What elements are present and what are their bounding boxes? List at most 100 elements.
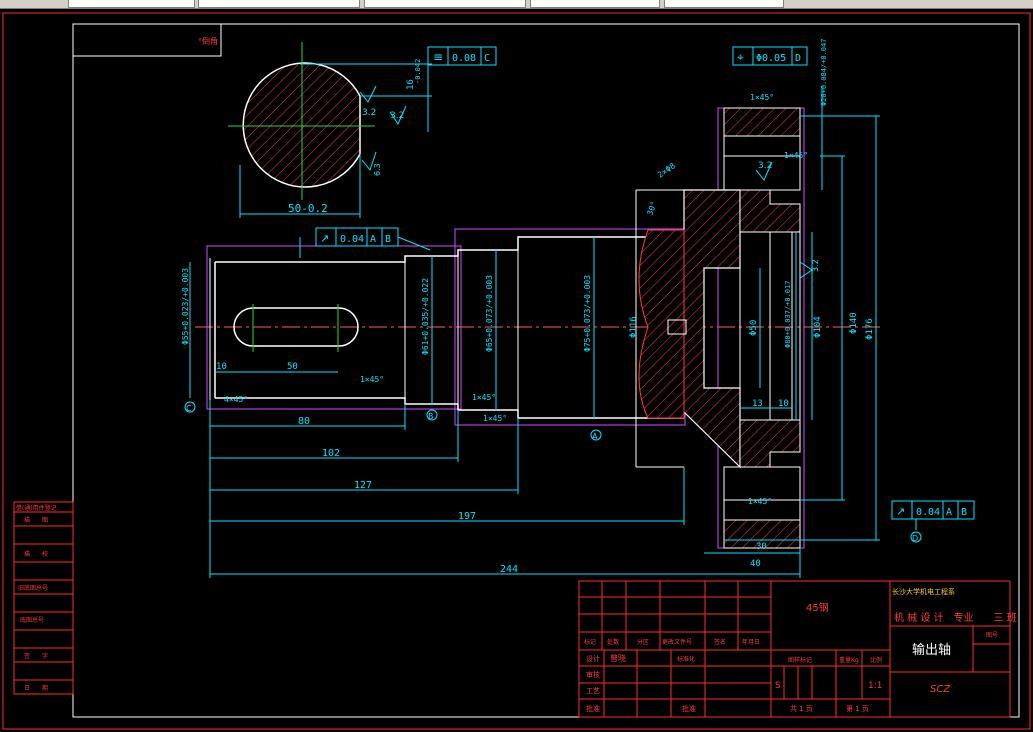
drawing-number: SCZ — [930, 684, 951, 695]
angle-label: 30° — [645, 200, 658, 217]
runout-icon: ↗ — [896, 505, 905, 518]
material: 45钢 — [806, 601, 829, 614]
section-depth-tol: -0.042 — [414, 59, 422, 84]
code-label: 图号 — [986, 632, 998, 639]
roughness-label: 3.2 — [390, 111, 404, 121]
toolbar-combo[interactable] — [364, 0, 526, 8]
weight-label: 重量Kg — [839, 656, 859, 664]
dim-len-40: 40 — [750, 559, 761, 569]
roughness-label: 3.2 — [362, 108, 376, 118]
school-name: 长沙大学机电工程系 — [892, 587, 955, 596]
scale-label: 比例 — [870, 656, 882, 664]
datum-d: D — [912, 534, 918, 543]
dim-d116: Φ116 — [629, 316, 639, 338]
dim-d65: Φ65+0.073/+0.003 — [485, 275, 494, 352]
runout-datum: A — [370, 234, 376, 245]
runout-tolerance-frame-top: ↗ 0.04 A B — [299, 227, 431, 258]
dim-len-197: 197 — [458, 511, 476, 522]
symmetry-value: 0.08 — [452, 53, 476, 64]
datum-c: C — [186, 404, 192, 413]
title-header-cell: 标记 — [584, 638, 596, 646]
chamfer-label: 1×45° — [784, 151, 808, 160]
runout-value: 0.04 — [916, 507, 940, 518]
dim-key-offset: 10 — [216, 362, 227, 372]
datum-symbols: C B A D — [184, 401, 922, 543]
corner-tag: °倒角 — [198, 36, 218, 46]
left-table-cell: 签 字 — [24, 652, 48, 660]
groove-label: 2×Φ8 — [656, 161, 677, 180]
toolbar-combo[interactable] — [198, 0, 360, 8]
position-value: Φ0.05 — [756, 53, 786, 64]
left-table-cell: 日 期 — [24, 684, 48, 692]
chamfer-label: 1×45° — [750, 93, 774, 102]
chamfer-label: 4×45° — [224, 395, 248, 404]
toolbar-combo[interactable] — [664, 0, 784, 8]
check-label: 审核 — [586, 670, 600, 679]
left-table-cell: 旧底图总号 — [18, 584, 48, 592]
dim-d104: Φ104 — [813, 316, 823, 338]
title-header-cell: 更改文件号 — [662, 638, 692, 646]
dim-key-len: 50 — [287, 362, 298, 372]
designer-name: 曾晓 — [610, 653, 626, 663]
datum-b: B — [428, 412, 434, 421]
keyway-section-view: 50-0.2 16 -0.042 3.2 3.2 6.3 — [228, 42, 432, 218]
process-label: 工艺 — [586, 687, 600, 695]
left-table-cell: 描 图 — [24, 516, 48, 524]
roughness-label: 6.3 — [373, 163, 382, 176]
dim-len-30: 30 — [756, 542, 767, 552]
chamfer-label: 1×45° — [483, 414, 507, 423]
chamfer-label: 1×45° — [472, 393, 496, 402]
toolbar-combo[interactable] — [530, 0, 660, 8]
course-info: 机 械 设 计 专业 三 班 — [894, 611, 1017, 624]
title-block: 标记 处数 分区 更改文件号 签名 年月日 设计 曾晓 标准化 审核 工艺 批准… — [578, 580, 1017, 718]
symmetry-datum: C — [484, 53, 490, 64]
dim-d61: Φ61+0.035/+0.022 — [421, 278, 430, 355]
dim-d80: Φ80+0.037/+0.017 — [784, 281, 792, 348]
stage-value: S — [775, 681, 781, 691]
runout-icon: ↗ — [320, 232, 329, 245]
dim-d20: Φ20+0.084/+0.047 — [820, 39, 828, 106]
position-icon: ⌖ — [737, 50, 744, 64]
section-width-dim: 50-0.2 — [288, 202, 328, 215]
left-table-cell: 借(通)用件登记 — [16, 504, 57, 512]
scale-value: 1:1 — [868, 681, 882, 691]
position-datum: D — [795, 53, 801, 64]
runout-datum: B — [385, 234, 391, 245]
dim-len-13: 13 — [752, 399, 763, 409]
dim-len-127: 127 — [354, 480, 372, 491]
left-table-cell: 底图总号 — [20, 616, 44, 624]
dim-len-244: 244 — [500, 564, 518, 575]
standardization-label: 标准化 — [677, 655, 695, 663]
dim-len-10: 10 — [778, 399, 789, 409]
title-header-cell: 年月日 — [742, 638, 760, 646]
dim-len-102: 102 — [322, 448, 340, 459]
dim-d55: Φ55+0.023/+0.003 — [181, 268, 190, 345]
symmetry-tolerance-frame: ≡ 0.08 C — [427, 46, 497, 66]
dim-d176: Φ176 — [865, 318, 875, 340]
datum-a: A — [592, 432, 598, 441]
dim-len-80: 80 — [298, 416, 310, 427]
part-name: 输出轴 — [912, 642, 951, 658]
symmetry-icon: ≡ — [433, 50, 443, 64]
chamfer-label: 1×45° — [748, 497, 772, 506]
position-tolerance-frame: ⌖ Φ0.05 D — [732, 46, 808, 66]
left-revision-table: 借(通)用件登记 描 图 描 校 底图总号 旧底图总号 签 字 日 期 — [13, 501, 74, 695]
title-header-cell: 签名 — [714, 638, 726, 646]
cad-drawing-canvas[interactable]: °倒角 50-0.2 16 -0.042 3.2 3.2 6.3 ≡ 0.08 … — [0, 8, 1033, 732]
dim-d75: Φ75+0.073/+0.003 — [583, 275, 592, 352]
runout-tolerance-frame-right: ↗ 0.04 A B — [891, 500, 975, 530]
sheet-number: 第 1 页 — [846, 704, 869, 713]
title-header-cell: 分区 — [637, 638, 649, 646]
runout-datum: A — [946, 507, 952, 518]
toolbar-combo[interactable] — [68, 0, 195, 8]
dim-d140: Φ140 — [849, 312, 859, 334]
dim-d50: Φ50 — [749, 320, 759, 336]
left-table-cell: 描 校 — [24, 550, 48, 558]
runout-datum: B — [961, 507, 967, 518]
roughness-label: 3.2 — [758, 161, 772, 171]
approve-label: 批准 — [682, 704, 696, 713]
title-header-cell: 处数 — [607, 638, 619, 646]
roughness-label: 3.2 — [811, 259, 820, 272]
runout-value: 0.04 — [340, 234, 364, 245]
stage-label: 图样标记 — [788, 656, 812, 664]
